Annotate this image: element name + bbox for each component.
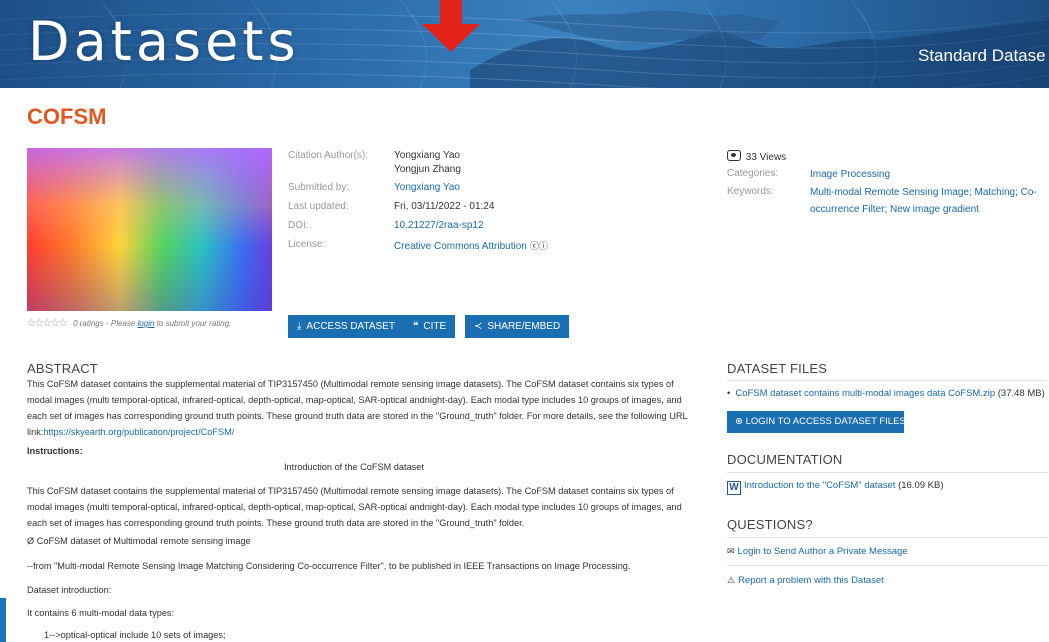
- share-embed-button[interactable]: ≺ SHARE/EMBED: [465, 315, 570, 338]
- abstract-body: This CoFSM dataset contains the suppleme…: [27, 376, 689, 440]
- instructions-line-5: 1-->optical-optical include 10 sets of i…: [44, 630, 226, 640]
- instructions-line-3: Dataset introduction:: [27, 585, 112, 595]
- divider: [727, 380, 1047, 381]
- dataset-file-item: • CoFSM dataset contains multi-modal imag…: [727, 388, 1045, 399]
- license-label: License:: [288, 239, 326, 250]
- abstract-link[interactable]: https://skyearth.org/publication/project…: [43, 427, 234, 437]
- updated-value: Fri, 03/11/2022 - 01:24: [394, 201, 495, 212]
- documentation-size: (16.09 KB): [898, 480, 944, 491]
- updated-label: Last updated:: [288, 201, 349, 212]
- categories-label: Categories:: [727, 168, 779, 179]
- dataset-file-link[interactable]: CoFSM dataset contains multi-modal image…: [735, 388, 995, 399]
- dataset-thumbnail: [27, 148, 272, 311]
- side-feedback-tab[interactable]: [0, 598, 6, 642]
- documentation-heading: DOCUMENTATION: [727, 452, 843, 467]
- license-value-wrap: Creative Commons Attribution ⓒⓘ: [394, 239, 548, 252]
- banner-subtitle: Standard Datase: [918, 46, 1046, 65]
- instructions-line-4: It contains 6 multi-modal data types:: [27, 608, 175, 618]
- documentation-link[interactable]: Introduction to the "CoFSM" dataset: [744, 480, 895, 491]
- author-1: Yongxiang Yao: [394, 150, 460, 161]
- banner-title: Datasets: [28, 10, 300, 73]
- citation-label: Citation Author(s):: [288, 150, 369, 161]
- lock-icon: ⊕: [735, 416, 746, 427]
- questions-heading: QUESTIONS?: [727, 517, 813, 532]
- instructions-heading: Instructions:: [27, 446, 83, 456]
- divider: [727, 472, 1047, 473]
- instructions-intro-title: Introduction of the CoFSM dataset: [284, 462, 424, 472]
- views-text: 33 Views: [745, 152, 787, 163]
- private-message-link[interactable]: Login to Send Author a Private Message: [738, 546, 908, 557]
- rating-stars-icon[interactable]: ☆☆☆☆☆: [27, 318, 68, 329]
- rating-login-link[interactable]: login: [138, 319, 155, 328]
- login-access-files-button[interactable]: ⊕ LOGIN TO ACCESS DATASET FILES: [727, 411, 906, 433]
- access-dataset-label: ACCESS DATASET: [306, 321, 395, 332]
- dataset-file-size: (37.48 MB): [997, 388, 1045, 399]
- license-link[interactable]: Creative Commons Attribution: [394, 241, 527, 252]
- cite-button[interactable]: ❝ CITE: [404, 315, 456, 338]
- private-message-item[interactable]: ✉ Login to Send Author a Private Message: [727, 546, 908, 557]
- submitted-label: Submitted by:: [288, 182, 350, 193]
- thumbnail-overlay: [27, 148, 272, 311]
- red-arrow-icon: [422, 0, 480, 52]
- report-problem-item[interactable]: ⚠ Report a problem with this Dataset: [727, 575, 884, 586]
- doi-label: DOI:: [288, 220, 309, 231]
- author-2: Yongjun Zhang: [394, 164, 461, 175]
- views-count: 33 Views: [727, 150, 786, 163]
- abstract-heading: ABSTRACT: [27, 361, 98, 376]
- divider: [727, 565, 1047, 566]
- rating-text: 0 ratings - Please: [73, 319, 136, 328]
- creative-commons-icon: ⓒⓘ: [529, 241, 548, 251]
- envelope-icon: ✉: [727, 546, 735, 556]
- warning-icon: ⚠: [727, 575, 736, 585]
- submitted-by-link[interactable]: Yongxiang Yao: [394, 182, 460, 193]
- dataset-files-heading: DATASET FILES: [727, 361, 828, 376]
- header-banner: Datasets Standard Datase: [0, 0, 1049, 88]
- access-dataset-button[interactable]: ⤓ ACCESS DATASET: [288, 315, 404, 338]
- rating: ☆☆☆☆☆ 0 ratings - Please login to submit…: [27, 318, 231, 329]
- keywords-label: Keywords:: [727, 186, 774, 197]
- download-icon: ⤓: [297, 321, 302, 332]
- doi-link[interactable]: 10.21227/2raa-sp12: [394, 220, 484, 231]
- instructions-line-2: --from "Multi-modal Remote Sensing Image…: [27, 561, 631, 571]
- instructions-body: This CoFSM dataset contains the suppleme…: [27, 486, 682, 528]
- quote-icon: ❝: [413, 321, 419, 332]
- keywords-links[interactable]: Multi-modal Remote Sensing Image; Matchi…: [810, 184, 1045, 218]
- word-document-icon: W: [727, 481, 741, 495]
- share-label: SHARE/EMBED: [487, 321, 561, 332]
- login-access-files-label: LOGIN TO ACCESS DATASET FILES: [745, 416, 906, 427]
- share-icon: ≺: [474, 321, 483, 332]
- documentation-item: W Introduction to the "CoFSM" dataset (16…: [727, 480, 944, 495]
- categories-link[interactable]: Image Processing: [810, 166, 1045, 183]
- cite-label: CITE: [423, 321, 447, 332]
- dataset-title: COFSM: [27, 104, 107, 129]
- bullet: •: [727, 388, 731, 399]
- divider: [727, 537, 1047, 538]
- instructions-line-1: Ø CoFSM dataset of Multimodal remote sen…: [27, 536, 251, 546]
- rating-text-after: to submit your rating.: [156, 319, 232, 328]
- report-problem-link[interactable]: Report a problem with this Dataset: [738, 575, 884, 586]
- eye-icon: [727, 150, 741, 161]
